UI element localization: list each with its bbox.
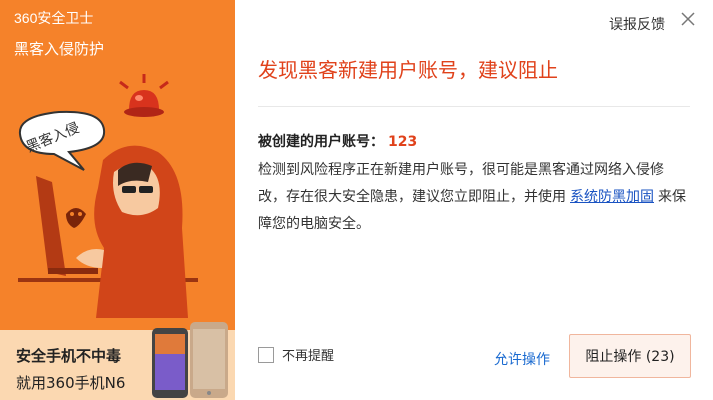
account-label: 被创建的用户账号： — [258, 134, 384, 150]
alert-window: 360安全卫士 黑客入侵防护 黑客入侵 安全手机不中毒 就用360手机N6 误报… — [0, 0, 713, 400]
phone-images — [152, 322, 228, 398]
alarm-icon — [119, 74, 169, 117]
promo-subline: 就用360手机N6 — [16, 374, 126, 392]
alert-title: 发现黑客新建用户账号，建议阻止 — [258, 58, 558, 82]
close-icon[interactable] — [679, 10, 697, 28]
no-remind-option[interactable]: 不再提醒 — [258, 345, 334, 364]
left-panel: 360安全卫士 黑客入侵防护 黑客入侵 安全手机不中毒 就用360手机N6 — [0, 0, 235, 400]
feedback-link[interactable]: 误报反馈 — [609, 14, 665, 34]
block-button[interactable]: 阻止操作 (23) — [569, 334, 691, 378]
promo-headline: 安全手机不中毒 — [16, 347, 122, 365]
main-panel: 误报反馈 发现黑客新建用户账号，建议阻止 被创建的用户账号： 123 检测到风险程… — [235, 0, 713, 400]
no-remind-checkbox[interactable] — [258, 346, 274, 363]
panel-subtitle: 黑客入侵防护 — [14, 40, 105, 58]
divider — [258, 106, 690, 107]
hacker-illustration — [18, 145, 198, 318]
no-remind-label: 不再提醒 — [282, 349, 335, 364]
system-hardening-link[interactable]: 系统防黑加固 — [570, 189, 654, 205]
allow-button[interactable]: 允许操作 — [494, 349, 550, 369]
account-value: 123 — [388, 134, 418, 150]
brand-logo: 360安全卫士 — [14, 10, 94, 26]
alert-description: 检测到风险程序正在新建用户账号，很可能是黑客通过网络入侵修改，存在很大安全隐患，… — [258, 157, 690, 238]
account-info: 被创建的用户账号： 123 — [258, 131, 417, 151]
